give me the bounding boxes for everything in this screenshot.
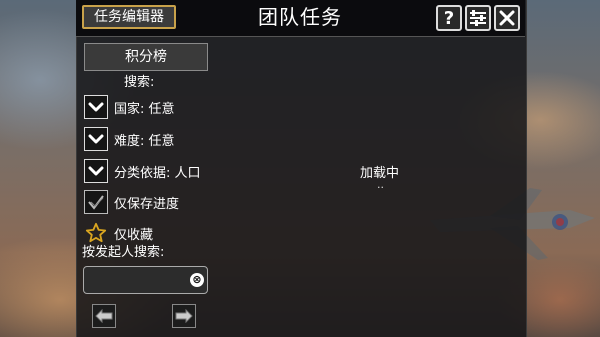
filter-sort-row[interactable]: 分类依据: 人口: [84, 158, 201, 184]
close-button[interactable]: [494, 5, 520, 31]
arrow-left-icon: [95, 309, 113, 323]
filter-country-row[interactable]: 国家: 任意: [84, 94, 175, 120]
chevron-down-icon: [88, 166, 104, 176]
dropdown-toggle[interactable]: [84, 159, 108, 183]
favorites-label: 仅收藏: [114, 227, 154, 243]
close-icon: [499, 10, 515, 26]
initiator-search-input[interactable]: ⊗: [83, 266, 208, 294]
favorites-toggle[interactable]: [84, 221, 108, 245]
filter-difficulty-row[interactable]: 难度: 任意: [84, 126, 175, 152]
filter-difficulty-label: 难度: 任意: [114, 133, 175, 149]
settings-icon: [470, 10, 486, 26]
star-icon: [85, 222, 107, 243]
help-button[interactable]: ?: [436, 5, 462, 31]
save-progress-row[interactable]: 仅保存进度: [84, 189, 179, 215]
page-title: 团队任务: [258, 5, 342, 29]
arrow-right-icon: [175, 309, 193, 323]
dropdown-toggle[interactable]: [84, 95, 108, 119]
filter-country-label: 国家: 任意: [114, 101, 175, 117]
search-label: 搜索:: [124, 75, 155, 90]
save-progress-checkbox[interactable]: [84, 190, 108, 214]
checkmark-icon: [88, 195, 104, 210]
clear-icon[interactable]: ⊗: [190, 273, 204, 287]
next-page-button[interactable]: [172, 304, 196, 328]
chevron-down-icon: [88, 102, 104, 112]
mission-editor-button[interactable]: 任务编辑器: [82, 5, 176, 29]
loading-dots: ..: [377, 178, 384, 191]
settings-button[interactable]: [465, 5, 491, 31]
chevron-down-icon: [88, 134, 104, 144]
filter-sort-label: 分类依据: 人口: [114, 165, 201, 181]
help-icon: ?: [443, 7, 455, 29]
favorites-row[interactable]: 仅收藏: [84, 220, 153, 246]
dropdown-toggle[interactable]: [84, 127, 108, 151]
initiator-search-label: 按发起人搜索:: [82, 245, 165, 260]
save-progress-label: 仅保存进度: [114, 196, 180, 212]
previous-page-button[interactable]: [92, 304, 116, 328]
leaderboard-button[interactable]: 积分榜: [84, 43, 208, 71]
